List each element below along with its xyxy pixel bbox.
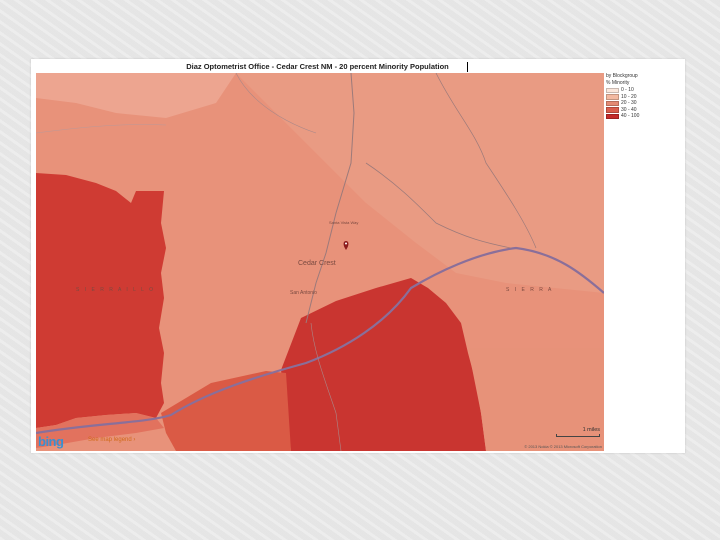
scale-bar: 1 miles [556, 427, 600, 437]
map-legend: by Blockgroup % Minority 0 - 10 10 - 20 … [606, 73, 684, 120]
label-cedar-crest: Cedar Crest [298, 260, 336, 267]
label-san-antonio: San Antonio [290, 290, 317, 296]
legend-items: 0 - 10 10 - 20 20 - 30 30 - 40 40 - 100 [606, 87, 684, 120]
legend-title-line2: % Minority [606, 79, 630, 86]
legend-swatch [606, 94, 619, 100]
label-sierra-right: S I E R R A [506, 287, 553, 293]
scale-label: 1 miles [582, 427, 600, 433]
legend-label: 40 - 100 [621, 113, 640, 119]
bing-logo[interactable]: bing [38, 434, 64, 449]
text-caret [467, 62, 468, 72]
legend-title: by Blockgroup % Minority [606, 73, 684, 86]
label-sierra-left: S I E R R A I L L O [76, 287, 155, 293]
choropleth-map[interactable]: Cedar Crest San Antonio Santa Vista Way … [36, 73, 604, 451]
label-santa-vista: Santa Vista Way [329, 220, 358, 225]
legend-swatch [606, 87, 619, 93]
legend-swatch [606, 107, 619, 113]
map-title: Diaz Optometrist Office - Cedar Crest NM… [186, 62, 449, 71]
bing-tag[interactable]: See map legend › [88, 437, 135, 443]
region-west-dark [36, 173, 166, 428]
map-attribution: © 2013 Nokia © 2013 Microsoft Corporatio… [524, 444, 602, 449]
legend-swatch [606, 113, 619, 119]
scale-line [556, 434, 600, 437]
legend-item: 40 - 100 [606, 113, 684, 120]
legend-swatch [606, 100, 619, 106]
